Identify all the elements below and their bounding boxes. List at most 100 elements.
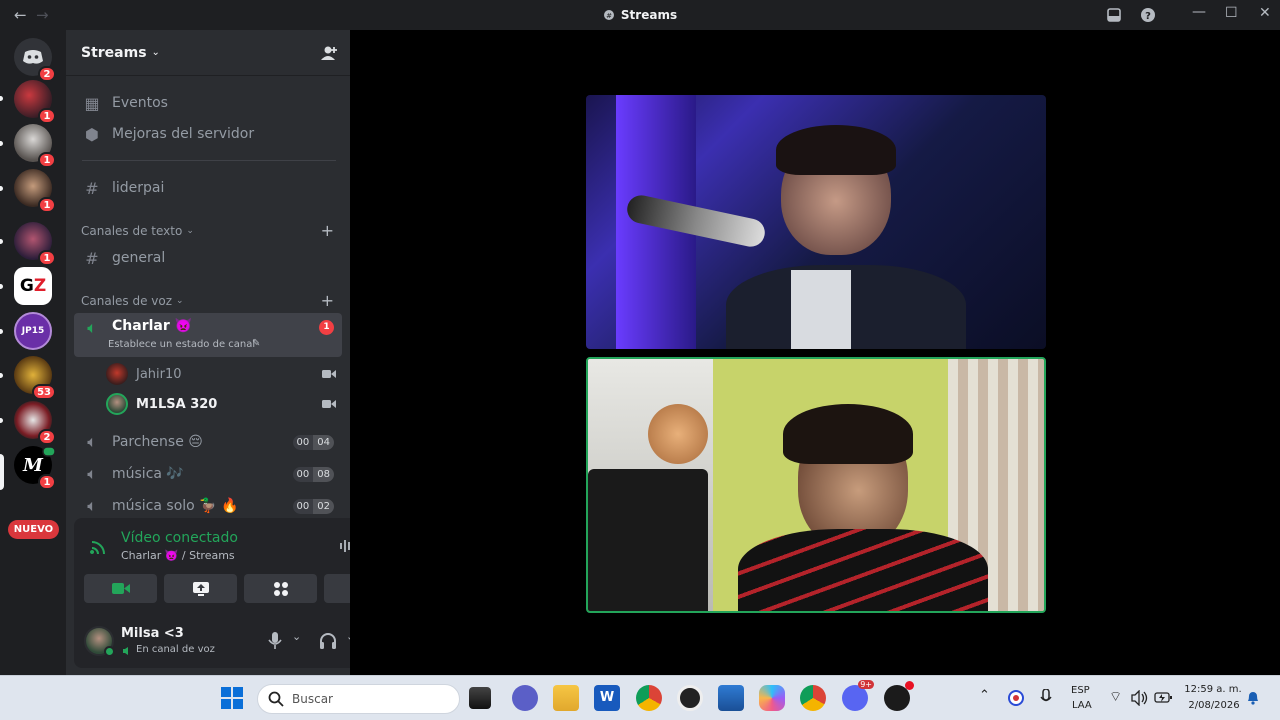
voice-category[interactable]: Canales de voz ⌄ bbox=[81, 294, 184, 308]
user-count: 00 08 bbox=[292, 466, 334, 482]
clock-date[interactable]: 2/08/2026 bbox=[1186, 700, 1242, 711]
boost-gem-icon: ⬢ bbox=[85, 124, 99, 144]
windows-start-icon[interactable] bbox=[221, 687, 243, 709]
copilot-icon[interactable] bbox=[759, 685, 785, 711]
word-icon[interactable]: W bbox=[594, 685, 620, 711]
add-channel-icon[interactable]: + bbox=[321, 291, 334, 310]
chrome-icon[interactable] bbox=[636, 685, 662, 711]
calendar-icon: ▦ bbox=[84, 93, 100, 113]
server-jp15[interactable]: JP15 bbox=[14, 312, 52, 350]
user-avatar[interactable] bbox=[84, 626, 115, 657]
teams-icon[interactable] bbox=[512, 685, 538, 711]
headphones-icon[interactable] bbox=[319, 632, 337, 650]
camera-button[interactable] bbox=[84, 574, 157, 603]
inbox-icon[interactable] bbox=[1107, 8, 1121, 22]
events-item[interactable]: ▦ Eventos bbox=[74, 88, 342, 118]
chevron-down-icon[interactable]: ⌄ bbox=[292, 630, 301, 643]
clock-time[interactable]: 12:59 a. m. bbox=[1182, 684, 1244, 695]
user-name[interactable]: Milsa <3 bbox=[121, 626, 184, 641]
boosts-item[interactable]: ⬢ Mejoras del servidor bbox=[74, 119, 342, 149]
discord-logo-icon bbox=[23, 50, 43, 64]
voice-status[interactable]: Vídeo conectado bbox=[121, 530, 238, 546]
plush-toy bbox=[648, 404, 708, 464]
activities-icon bbox=[273, 581, 288, 596]
minimize-icon[interactable]: — bbox=[1192, 4, 1206, 20]
server-icon: # bbox=[603, 10, 614, 20]
server-name: Streams bbox=[81, 44, 147, 61]
close-icon[interactable]: ✕ bbox=[1259, 5, 1271, 21]
voice-channel-musica-solo[interactable]: 🔈︎ música solo 🦆 🔥 00 02 bbox=[74, 491, 342, 521]
notification-badge: 1 bbox=[38, 108, 56, 124]
voice-channel-musica[interactable]: 🔈︎ música 🎶 00 08 bbox=[74, 459, 342, 489]
user-status: En canal de voz bbox=[136, 644, 215, 655]
language-indicator[interactable]: ESP bbox=[1071, 685, 1090, 696]
chrome-profile-icon[interactable] bbox=[800, 685, 826, 711]
discord-taskbar-icon[interactable]: 9+ bbox=[842, 680, 874, 711]
channel-status[interactable]: Establece un estado de canal bbox=[108, 339, 255, 350]
voice-user[interactable]: M1LSA 320 bbox=[106, 391, 336, 417]
server-avatar[interactable]: 1 bbox=[14, 124, 56, 168]
avatar bbox=[106, 393, 128, 415]
server-avatar[interactable]: 1 bbox=[14, 169, 56, 213]
task-view-icon[interactable] bbox=[469, 687, 491, 709]
user-count: 00 02 bbox=[292, 498, 334, 514]
microphone-icon[interactable] bbox=[268, 632, 282, 650]
volume-icon[interactable] bbox=[1131, 690, 1149, 706]
server-avatar[interactable]: 2 bbox=[14, 401, 56, 445]
file-explorer-icon[interactable] bbox=[553, 685, 579, 711]
screen-share-button[interactable] bbox=[164, 574, 237, 603]
app-icon[interactable] bbox=[884, 681, 914, 711]
speaker-icon: 🔈︎ bbox=[87, 432, 97, 451]
vpn-icon[interactable] bbox=[1008, 690, 1024, 706]
chat-bubble-icon bbox=[42, 446, 56, 457]
server-avatar[interactable]: 1 bbox=[14, 80, 56, 124]
server-streams[interactable]: M1 bbox=[14, 446, 56, 490]
server-header[interactable]: Streams ⌄ bbox=[66, 30, 350, 76]
server-avatar[interactable]: 53 bbox=[14, 356, 56, 400]
activities-button[interactable] bbox=[244, 574, 317, 603]
notification-badge: 1 bbox=[319, 320, 334, 335]
obs-icon[interactable] bbox=[677, 685, 703, 711]
home-server[interactable]: 2 bbox=[14, 38, 56, 82]
notification-badge: 1 bbox=[38, 250, 56, 266]
signal-icon[interactable] bbox=[90, 538, 108, 556]
store-icon[interactable] bbox=[718, 685, 744, 711]
taskbar: Buscar W 9+ ⌃ ESP LAA ⌔ 12:59 a. m. 2/08… bbox=[0, 675, 1280, 720]
svg-text:#: # bbox=[606, 12, 612, 20]
notification-badge: 1 bbox=[38, 152, 56, 168]
notification-badge: 2 bbox=[38, 66, 56, 82]
user-count: 00 04 bbox=[292, 434, 334, 450]
camera-icon bbox=[322, 400, 336, 408]
channel-liderpai[interactable]: # liderpai bbox=[74, 173, 342, 203]
speaker-icon: 🔈︎ bbox=[87, 464, 97, 483]
add-channel-icon[interactable]: + bbox=[321, 221, 334, 240]
chevron-up-icon[interactable]: ⌃ bbox=[979, 688, 990, 703]
search-box[interactable]: Buscar bbox=[257, 684, 460, 714]
voice-user[interactable]: Jahir10 bbox=[106, 361, 336, 387]
title-bar: ← → # Streams ? — ☐ ✕ bbox=[0, 0, 1280, 30]
wifi-icon[interactable]: ⌔ bbox=[1109, 688, 1122, 706]
channel-general[interactable]: # general bbox=[74, 243, 342, 273]
text-category[interactable]: Canales de texto ⌄ bbox=[81, 224, 194, 238]
voice-channel-link[interactable]: Charlar 👿 / Streams bbox=[121, 549, 235, 562]
camera-icon bbox=[111, 583, 130, 594]
notification-badge: 1 bbox=[38, 197, 56, 213]
add-user-icon[interactable] bbox=[320, 44, 338, 62]
voice-channel-charlar[interactable]: 🔈︎ Charlar 👿 1 Establece un estado de ca… bbox=[74, 313, 342, 357]
selected-indicator bbox=[0, 454, 4, 490]
voice-channel-parchense[interactable]: 🔈︎ Parchense 😔 00 04 bbox=[74, 427, 342, 457]
notification-bell-icon[interactable] bbox=[1246, 690, 1260, 706]
server-avatar[interactable]: 1 bbox=[14, 222, 56, 266]
pencil-icon[interactable]: ✎ bbox=[252, 338, 260, 349]
video-tile-m1lsa[interactable] bbox=[586, 357, 1046, 613]
chevron-down-icon: ⌄ bbox=[176, 296, 184, 306]
help-icon[interactable]: ? bbox=[1140, 7, 1156, 23]
microphone-icon[interactable] bbox=[1040, 689, 1052, 707]
video-tile-jahir10[interactable] bbox=[586, 95, 1046, 349]
maximize-icon[interactable]: ☐ bbox=[1225, 5, 1238, 21]
notification-badge: 53 bbox=[32, 384, 56, 400]
battery-icon[interactable] bbox=[1154, 692, 1172, 704]
server-gz[interactable]: GZ bbox=[14, 267, 52, 305]
speaker-icon bbox=[123, 647, 128, 655]
avatar bbox=[106, 363, 128, 385]
